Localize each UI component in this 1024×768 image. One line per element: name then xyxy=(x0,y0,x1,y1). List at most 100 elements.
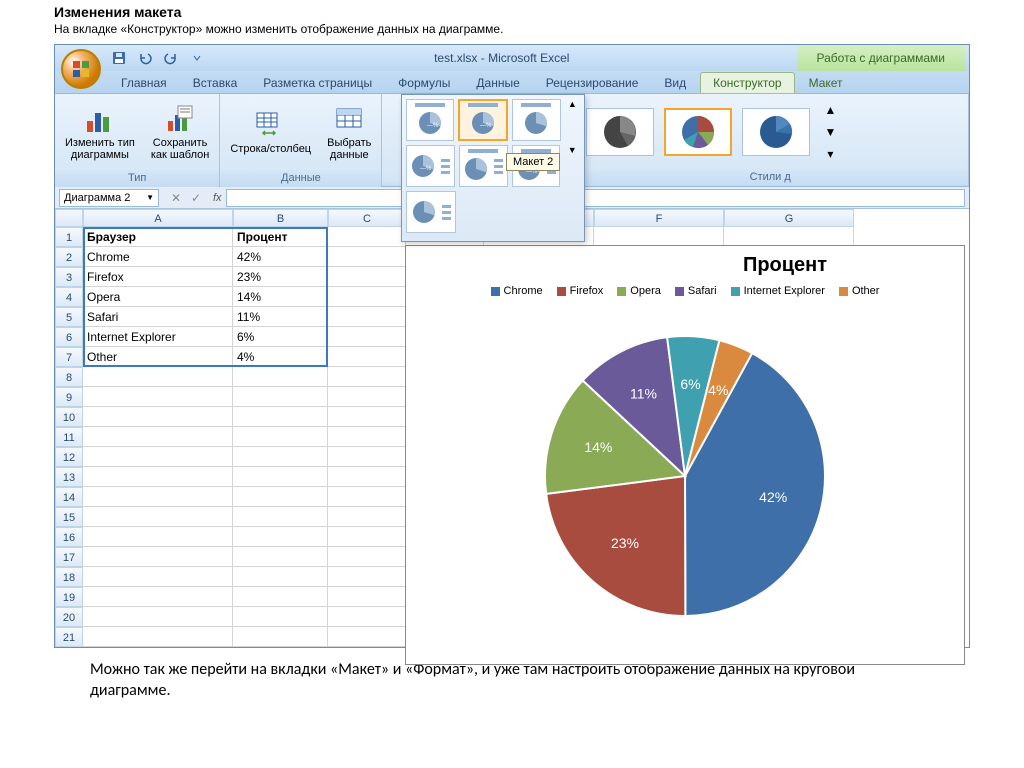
tab-design[interactable]: Конструктор xyxy=(700,72,794,93)
cell[interactable] xyxy=(328,547,406,567)
chart-object[interactable]: Процент ChromeFirefoxOperaSafariInternet… xyxy=(405,245,965,665)
chart-style-1[interactable] xyxy=(586,108,654,156)
cell[interactable]: 4% xyxy=(233,347,328,367)
formula-input[interactable] xyxy=(226,189,965,207)
cell[interactable] xyxy=(328,507,406,527)
row-header[interactable]: 17 xyxy=(55,547,83,567)
styles-scroll-down-icon[interactable]: ▼ xyxy=(820,122,840,142)
cell[interactable] xyxy=(328,247,406,267)
row-header[interactable]: 21 xyxy=(55,627,83,647)
column-header-G[interactable]: G xyxy=(724,209,854,227)
cell[interactable]: Safari xyxy=(83,307,233,327)
cell[interactable] xyxy=(233,367,328,387)
cell[interactable] xyxy=(233,607,328,627)
row-header[interactable]: 7 xyxy=(55,347,83,367)
row-header[interactable]: 8 xyxy=(55,367,83,387)
row-header[interactable]: 15 xyxy=(55,507,83,527)
row-header[interactable]: 12 xyxy=(55,447,83,467)
row-header[interactable]: 5 xyxy=(55,307,83,327)
save-icon[interactable] xyxy=(109,48,129,68)
select-all-corner[interactable] xyxy=(55,209,83,227)
column-header-B[interactable]: B xyxy=(233,209,328,227)
cell[interactable] xyxy=(233,427,328,447)
chart-style-3[interactable] xyxy=(742,108,810,156)
cell[interactable] xyxy=(328,407,406,427)
tab-home[interactable]: Главная xyxy=(109,73,179,93)
cell[interactable] xyxy=(83,587,233,607)
cell[interactable] xyxy=(83,387,233,407)
cell[interactable]: 14% xyxy=(233,287,328,307)
layout-option-2[interactable]: —% xyxy=(458,99,508,141)
cell[interactable] xyxy=(328,267,406,287)
cell[interactable] xyxy=(724,227,854,247)
styles-more-icon[interactable]: ▾ xyxy=(820,144,840,164)
cell[interactable] xyxy=(233,447,328,467)
cell[interactable] xyxy=(83,547,233,567)
fx-icon[interactable]: fx xyxy=(209,192,226,204)
cell[interactable] xyxy=(594,227,724,247)
row-header[interactable]: 6 xyxy=(55,327,83,347)
cell[interactable] xyxy=(83,427,233,447)
formula-accept-icon[interactable]: ✓ xyxy=(187,189,205,207)
select-data-button[interactable]: Выбрать данные xyxy=(321,96,377,168)
cell[interactable]: Other xyxy=(83,347,233,367)
column-header-F[interactable]: F xyxy=(594,209,724,227)
gallery-scroll-down-icon[interactable]: ▼ xyxy=(564,145,580,155)
cell[interactable] xyxy=(328,307,406,327)
cell[interactable] xyxy=(328,367,406,387)
cell[interactable] xyxy=(328,287,406,307)
cell[interactable] xyxy=(83,507,233,527)
cell[interactable] xyxy=(328,387,406,407)
cell[interactable]: 11% xyxy=(233,307,328,327)
cell[interactable] xyxy=(328,487,406,507)
row-header[interactable]: 13 xyxy=(55,467,83,487)
row-header[interactable]: 3 xyxy=(55,267,83,287)
cell[interactable] xyxy=(83,407,233,427)
row-header[interactable]: 1 xyxy=(55,227,83,247)
cell[interactable] xyxy=(328,227,406,247)
gallery-scroll-up-icon[interactable]: ▲ xyxy=(565,99,580,109)
cell[interactable] xyxy=(83,607,233,627)
cell[interactable] xyxy=(83,527,233,547)
cell[interactable] xyxy=(233,487,328,507)
row-header[interactable]: 9 xyxy=(55,387,83,407)
office-button[interactable] xyxy=(61,49,101,89)
cell[interactable] xyxy=(83,627,233,647)
cell[interactable] xyxy=(233,567,328,587)
row-header[interactable]: 14 xyxy=(55,487,83,507)
cell[interactable] xyxy=(328,447,406,467)
cell[interactable]: 23% xyxy=(233,267,328,287)
layout-option-3[interactable] xyxy=(512,99,560,141)
cell[interactable] xyxy=(328,607,406,627)
chart-title[interactable]: Процент xyxy=(606,246,964,281)
cell[interactable] xyxy=(83,367,233,387)
cell[interactable] xyxy=(83,567,233,587)
change-chart-type-button[interactable]: Изменить тип диаграммы xyxy=(59,96,141,168)
cell[interactable] xyxy=(233,467,328,487)
cell[interactable] xyxy=(83,467,233,487)
cell[interactable] xyxy=(328,567,406,587)
row-header[interactable]: 20 xyxy=(55,607,83,627)
row-header[interactable]: 2 xyxy=(55,247,83,267)
cell[interactable] xyxy=(233,587,328,607)
cell[interactable] xyxy=(233,627,328,647)
cell[interactable] xyxy=(83,487,233,507)
column-header-A[interactable]: A xyxy=(83,209,233,227)
name-box-dropdown-icon[interactable]: ▼ xyxy=(146,193,154,202)
cell[interactable] xyxy=(328,627,406,647)
chart-style-2[interactable] xyxy=(664,108,732,156)
cell[interactable]: 42% xyxy=(233,247,328,267)
cell[interactable] xyxy=(328,467,406,487)
tab-page-layout[interactable]: Разметка страницы xyxy=(251,73,384,93)
tab-view[interactable]: Вид xyxy=(652,73,698,93)
cell[interactable]: 6% xyxy=(233,327,328,347)
cell[interactable] xyxy=(233,507,328,527)
undo-icon[interactable] xyxy=(135,48,155,68)
tab-review[interactable]: Рецензирование xyxy=(534,73,651,93)
cell[interactable]: Firefox xyxy=(83,267,233,287)
cell[interactable] xyxy=(328,327,406,347)
cell[interactable]: Opera xyxy=(83,287,233,307)
row-header[interactable]: 11 xyxy=(55,427,83,447)
cell[interactable] xyxy=(233,387,328,407)
pie-chart[interactable]: 42%23%14%11%6%4% xyxy=(520,311,850,641)
